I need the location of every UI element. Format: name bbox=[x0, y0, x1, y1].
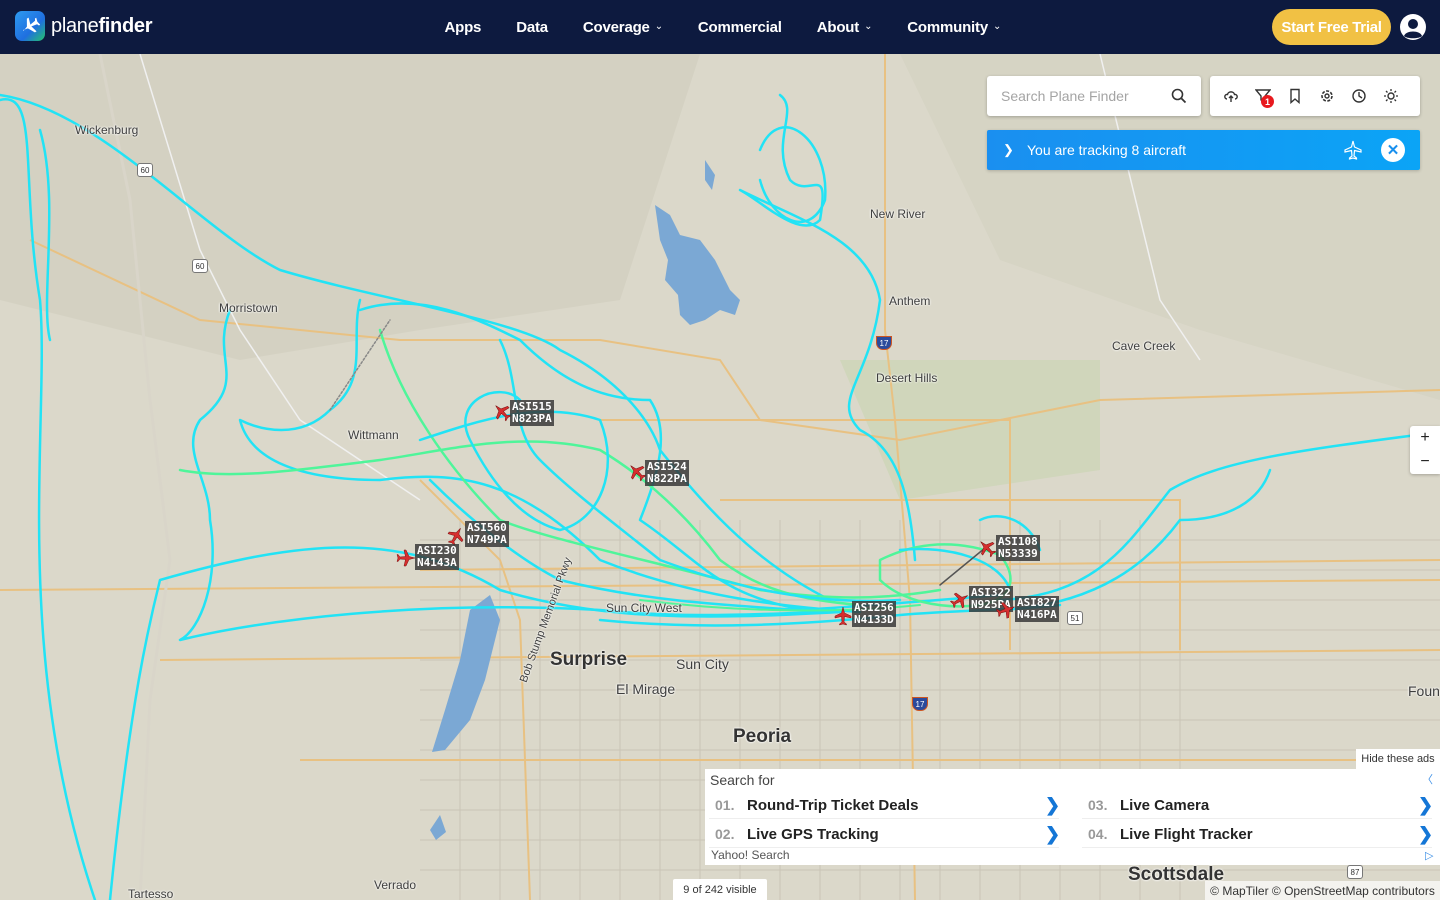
place-morristown: Morristown bbox=[219, 301, 278, 315]
bookmark-icon[interactable] bbox=[1287, 88, 1303, 104]
aircraft-label[interactable]: ASI108 N53339 bbox=[996, 535, 1040, 561]
aircraft-marker[interactable] bbox=[996, 600, 1016, 620]
aircraft-label[interactable]: ASI560 N749PA bbox=[465, 521, 509, 547]
place-tartesso: Tartesso bbox=[128, 887, 174, 900]
search-bar bbox=[987, 76, 1201, 116]
place-verrado: Verrado bbox=[374, 878, 417, 892]
place-fountain-hills: Foun bbox=[1408, 683, 1440, 699]
chevron-right-icon: ❯ bbox=[1418, 823, 1434, 844]
nav-about[interactable]: About ⌄ bbox=[799, 19, 890, 36]
place-anthem: Anthem bbox=[889, 294, 931, 308]
aircraft-marker[interactable] bbox=[492, 402, 512, 422]
logo-text: planefinder bbox=[51, 14, 153, 37]
nav-community[interactable]: Community ⌄ bbox=[890, 19, 1019, 36]
close-icon[interactable]: ✕ bbox=[1381, 138, 1405, 162]
place-cave-creek: Cave Creek bbox=[1112, 339, 1176, 353]
ad-link[interactable]: 03. Live Camera ❯ bbox=[1078, 791, 1438, 819]
place-sun-city: Sun City bbox=[676, 656, 729, 672]
zoom-in-button[interactable]: + bbox=[1410, 426, 1440, 450]
highway-shield: 60 bbox=[137, 163, 153, 177]
zoom-out-button[interactable]: − bbox=[1410, 450, 1440, 474]
ad-link[interactable]: 04. Live Flight Tracker ❯ bbox=[1078, 820, 1438, 848]
highway-shield: 60 bbox=[192, 259, 208, 273]
highway-shield: 51 bbox=[1067, 611, 1083, 625]
user-circle-icon[interactable] bbox=[1399, 13, 1427, 41]
zoom-controls: + − bbox=[1410, 426, 1440, 474]
filter-count-badge: 1 bbox=[1261, 95, 1274, 108]
tracking-banner: ❯ You are tracking 8 aircraft ✕ bbox=[987, 130, 1420, 170]
settings-icon[interactable] bbox=[1319, 88, 1335, 104]
visible-aircraft-count: 9 of 242 visible bbox=[673, 879, 767, 900]
filter-icon[interactable]: 1 bbox=[1254, 88, 1274, 108]
aircraft-label[interactable]: ASI524 N822PA bbox=[645, 460, 689, 486]
adchoices-icon[interactable]: 〈 bbox=[1422, 771, 1433, 787]
place-el-mirage: El Mirage bbox=[616, 681, 676, 697]
adchoices-icon[interactable]: ▷ bbox=[1425, 849, 1433, 862]
chevron-down-icon: ⌄ bbox=[654, 20, 663, 32]
planefinder-logo[interactable]: planefinder bbox=[15, 11, 153, 41]
top-navigation-bar: planefinder Apps Data Coverage ⌄ Commerci… bbox=[0, 0, 1440, 54]
interstate-shield: 17 bbox=[876, 336, 892, 350]
main-nav: Apps Data Coverage ⌄ Commercial About ⌄ Co… bbox=[427, 0, 1019, 54]
ad-link[interactable]: 02. Live GPS Tracking ❯ bbox=[705, 820, 1065, 848]
place-surprise: Surprise bbox=[550, 649, 628, 670]
place-wittmann: Wittmann bbox=[348, 428, 399, 442]
map-attribution[interactable]: © MapTiler © OpenStreetMap contributors bbox=[1205, 881, 1440, 900]
ad-provider[interactable]: Yahoo! Search bbox=[711, 848, 790, 862]
plane-logo-icon bbox=[15, 11, 45, 41]
weather-icon[interactable] bbox=[1383, 88, 1399, 104]
tracking-message: You are tracking 8 aircraft bbox=[1027, 142, 1187, 158]
place-peoria: Peoria bbox=[733, 726, 792, 747]
nav-coverage[interactable]: Coverage ⌄ bbox=[565, 19, 680, 36]
aircraft-label[interactable]: ASI256 N4133D bbox=[852, 601, 896, 627]
nav-data[interactable]: Data bbox=[499, 19, 566, 36]
place-desert-hills: Desert Hills bbox=[876, 371, 938, 385]
place-wickenburg: Wickenburg bbox=[75, 123, 139, 137]
interstate-shield: 17 bbox=[912, 697, 928, 711]
aircraft-marker[interactable] bbox=[396, 548, 416, 568]
aircraft-marker[interactable] bbox=[950, 590, 970, 610]
search-input[interactable] bbox=[987, 88, 1163, 104]
cloud-upload-icon[interactable] bbox=[1223, 88, 1239, 104]
chevron-right-icon: ❯ bbox=[1418, 794, 1434, 815]
chevron-right-icon: ❯ bbox=[1045, 794, 1061, 815]
place-sun-city-west: Sun City West bbox=[606, 601, 682, 615]
nav-apps[interactable]: Apps bbox=[427, 19, 499, 36]
ad-search-for-label: Search for bbox=[710, 772, 775, 788]
aircraft-label[interactable]: ASI230 N4143A bbox=[415, 544, 459, 570]
start-free-trial-button[interactable]: Start Free Trial bbox=[1272, 9, 1391, 45]
aircraft-marker[interactable] bbox=[627, 462, 647, 482]
aircraft-marker[interactable] bbox=[833, 606, 853, 626]
search-icon[interactable] bbox=[1171, 88, 1187, 104]
history-icon[interactable] bbox=[1351, 88, 1367, 104]
map-toolbar: 1 bbox=[1210, 76, 1420, 116]
highway-shield: 87 bbox=[1347, 865, 1363, 879]
sponsored-search-ad: Search for 〈 01. Round-Trip Ticket Deals ❯… bbox=[705, 769, 1440, 865]
chevron-right-icon: ❯ bbox=[1045, 823, 1061, 844]
hide-ads-button[interactable]: Hide these ads bbox=[1356, 749, 1440, 769]
aircraft-label[interactable]: ASI515 N823PA bbox=[510, 400, 554, 426]
place-new-river: New River bbox=[870, 207, 926, 221]
chevron-down-icon: ⌄ bbox=[992, 20, 1002, 32]
chevron-down-icon: ⌄ bbox=[864, 20, 873, 32]
expand-arrow-icon[interactable]: ❯ bbox=[1003, 142, 1027, 158]
aircraft-marker[interactable] bbox=[977, 538, 997, 558]
plane-icon bbox=[1344, 140, 1362, 160]
nav-commercial[interactable]: Commercial bbox=[680, 19, 799, 36]
aircraft-label[interactable]: ASI827 N416PA bbox=[1015, 596, 1059, 622]
ad-link[interactable]: 01. Round-Trip Ticket Deals ❯ bbox=[705, 791, 1065, 819]
aircraft-marker[interactable] bbox=[446, 526, 466, 546]
